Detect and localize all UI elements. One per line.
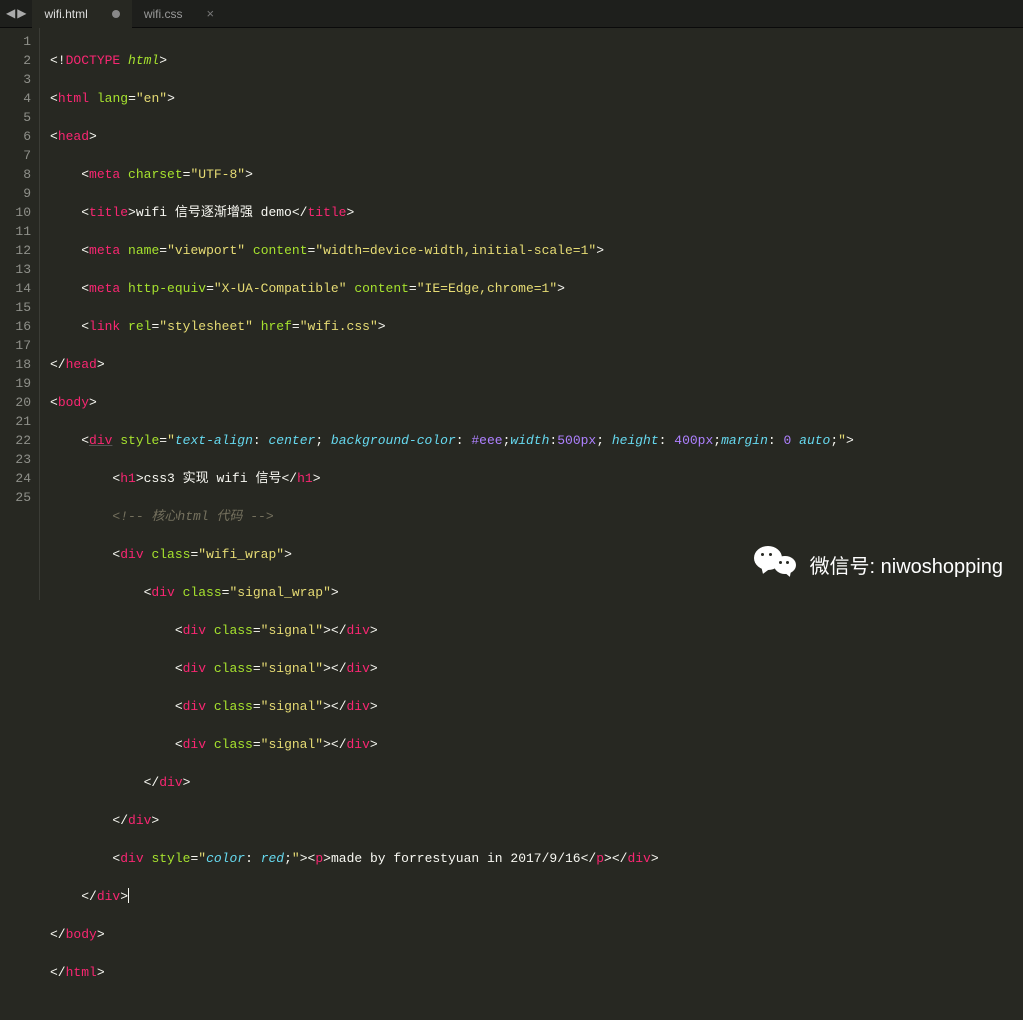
code-line: <meta charset="UTF-8"> — [50, 165, 1023, 184]
gutter: 1 2 3 4 5 6 7 8 9 10 11 12 13 14 15 16 1… — [0, 28, 40, 600]
nav-arrows: ◀ ▶ — [0, 6, 32, 21]
code-line: <html lang="en"> — [50, 89, 1023, 108]
line-number: 16 — [0, 317, 31, 336]
line-number: 23 — [0, 450, 31, 469]
code-line: <div style="color: red;"><p>made by forr… — [50, 849, 1023, 868]
line-number: 5 — [0, 108, 31, 127]
nav-back-icon[interactable]: ◀ — [6, 6, 15, 21]
tab-bar: ◀ ▶ wifi.html wifi.css × — [0, 0, 1023, 28]
code-line: <meta name="viewport" content="width=dev… — [50, 241, 1023, 260]
line-number: 2 — [0, 51, 31, 70]
line-number: 1 — [0, 32, 31, 51]
watermark: 微信号: niwoshopping — [754, 546, 1003, 582]
line-number: 3 — [0, 70, 31, 89]
line-number: 19 — [0, 374, 31, 393]
code-line: <div class="signal"></div> — [50, 659, 1023, 678]
line-number: 9 — [0, 184, 31, 203]
line-number: 8 — [0, 165, 31, 184]
tab-label: wifi.html — [44, 7, 87, 21]
code-line: <div class="signal"></div> — [50, 697, 1023, 716]
editor: 1 2 3 4 5 6 7 8 9 10 11 12 13 14 15 16 1… — [0, 28, 1023, 600]
tab-label: wifi.css — [144, 7, 183, 21]
line-number: 11 — [0, 222, 31, 241]
line-number: 4 — [0, 89, 31, 108]
code-line: <link rel="stylesheet" href="wifi.css"> — [50, 317, 1023, 336]
code-line: <!DOCTYPE html> — [50, 51, 1023, 70]
code-line: </div> — [50, 773, 1023, 792]
line-number: 17 — [0, 336, 31, 355]
line-number: 7 — [0, 146, 31, 165]
code-line: </head> — [50, 355, 1023, 374]
code-line: </div> — [50, 887, 1023, 906]
line-number: 18 — [0, 355, 31, 374]
line-number: 15 — [0, 298, 31, 317]
code-line: </html> — [50, 963, 1023, 982]
line-number: 14 — [0, 279, 31, 298]
tab-wifi-css[interactable]: wifi.css × — [132, 0, 226, 28]
code-line: <div class="signal"></div> — [50, 621, 1023, 640]
code-line: <div class="signal"></div> — [50, 735, 1023, 754]
line-number: 22 — [0, 431, 31, 450]
text-cursor — [128, 888, 129, 903]
line-number: 13 — [0, 260, 31, 279]
line-number: 21 — [0, 412, 31, 431]
tab-wifi-html[interactable]: wifi.html — [32, 0, 131, 28]
code-line: <body> — [50, 393, 1023, 412]
watermark-text: 微信号: niwoshopping — [810, 550, 1003, 579]
code-line: <h1>css3 实现 wifi 信号</h1> — [50, 469, 1023, 488]
code-line: </body> — [50, 925, 1023, 944]
line-number: 12 — [0, 241, 31, 260]
code-line: <div style="text-align: center; backgrou… — [50, 431, 1023, 450]
nav-forward-icon[interactable]: ▶ — [17, 6, 26, 21]
dirty-indicator-icon — [112, 10, 120, 18]
line-number: 20 — [0, 393, 31, 412]
code-line: <div class="signal_wrap"> — [50, 583, 1023, 602]
code-line: </div> — [50, 811, 1023, 830]
code-line: <head> — [50, 127, 1023, 146]
wechat-icon — [754, 546, 800, 582]
line-number: 25 — [0, 488, 31, 507]
code-line: <title>wifi 信号逐渐增强 demo</title> — [50, 203, 1023, 222]
line-number: 24 — [0, 469, 31, 488]
code-line: <!-- 核心html 代码 --> — [50, 507, 1023, 526]
code-line: <meta http-equiv="X-UA-Compatible" conte… — [50, 279, 1023, 298]
line-number: 10 — [0, 203, 31, 222]
line-number: 6 — [0, 127, 31, 146]
close-icon[interactable]: × — [206, 6, 214, 21]
code-area[interactable]: <!DOCTYPE html> <html lang="en"> <head> … — [40, 28, 1023, 600]
